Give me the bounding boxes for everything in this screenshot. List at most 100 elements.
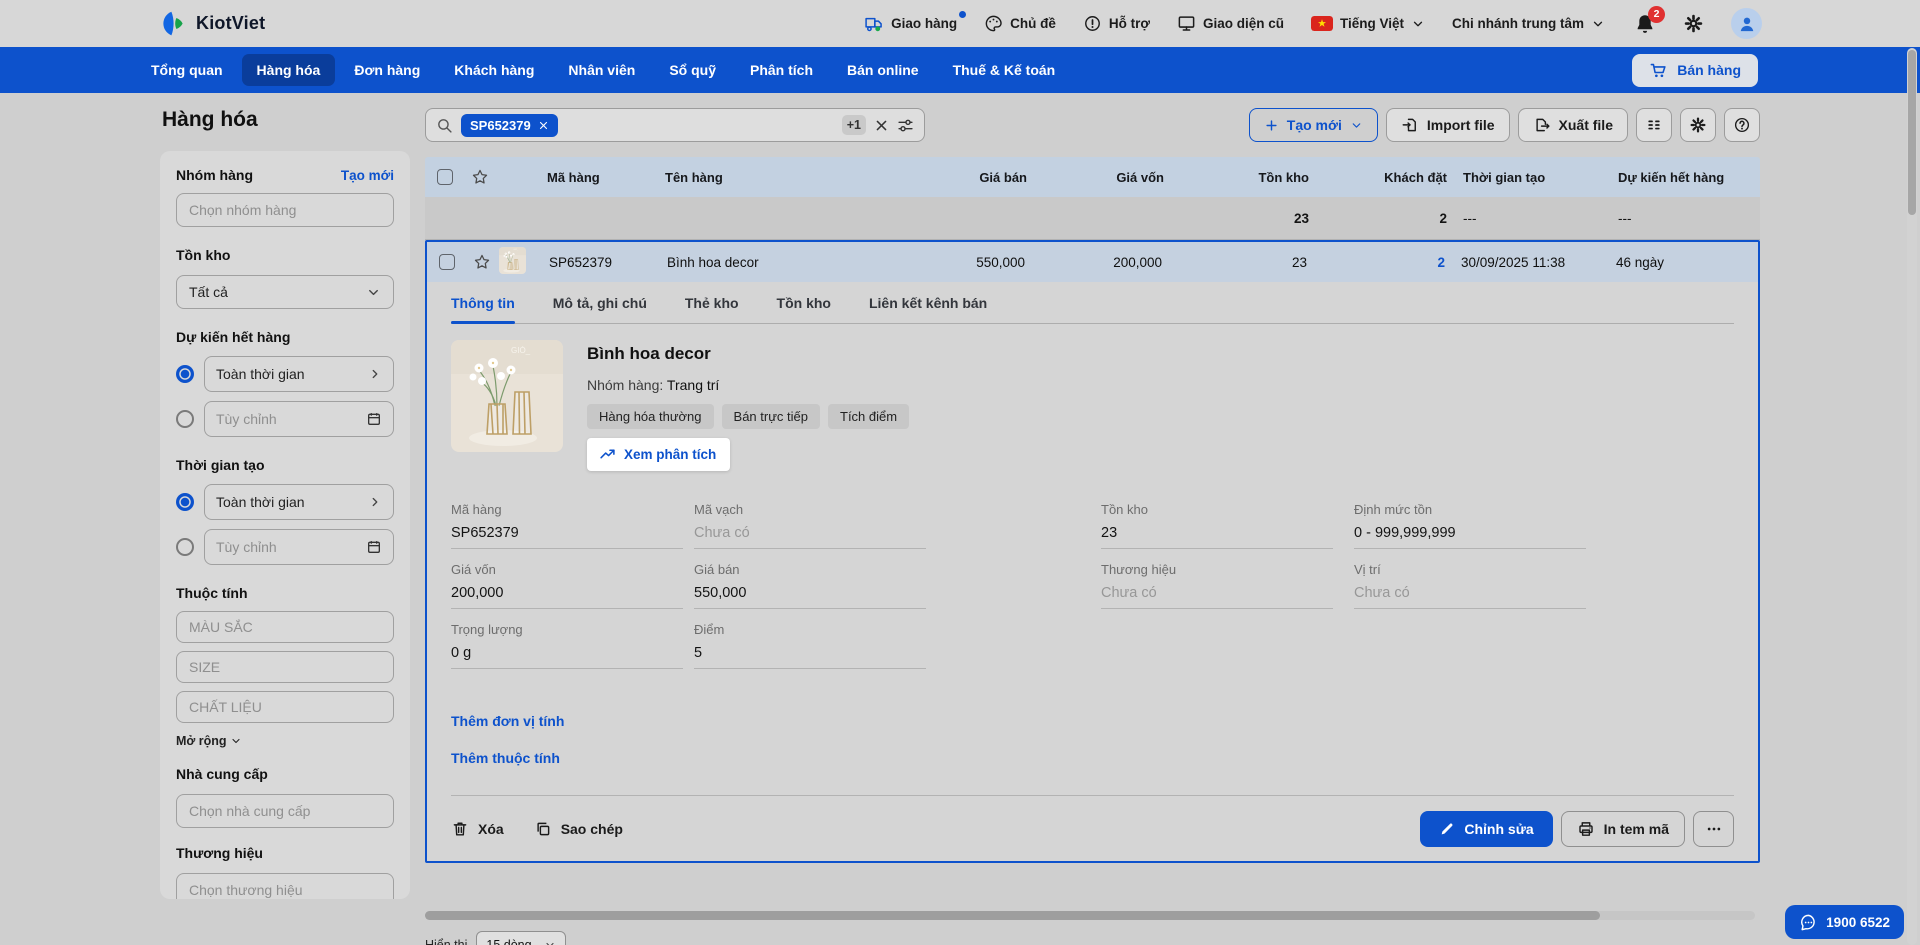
close-icon	[877, 121, 885, 129]
delete-label: Xóa	[478, 821, 504, 837]
advanced-filter-button[interactable]	[897, 117, 914, 134]
export-icon	[1537, 119, 1549, 130]
cell-ordered-link[interactable]: 2	[1319, 255, 1457, 270]
delivery-menu-item[interactable]: Giao hàng	[864, 10, 967, 34]
nav-hang-hoa[interactable]: Hàng hóa	[241, 54, 336, 86]
col-created[interactable]: Thời gian tạo	[1459, 170, 1614, 185]
nav-khach-hang[interactable]: Khách hàng	[439, 54, 549, 86]
forecast-custom-option[interactable]: Tùy chỉnh	[204, 401, 394, 437]
create-new-button[interactable]: Tạo mới	[1248, 108, 1378, 142]
sell-button[interactable]: Bán hàng	[1632, 53, 1758, 87]
add-attribute-link[interactable]: Thêm thuộc tính	[451, 750, 560, 766]
attribute-material-input[interactable]	[176, 691, 394, 723]
product-name: Bình hoa decor	[587, 344, 711, 363]
gear-icon	[1686, 16, 1701, 31]
row-favorite-icon[interactable]	[473, 253, 499, 271]
export-file-button[interactable]: Xuất file	[1517, 108, 1628, 142]
display-label: Hiển thị	[425, 937, 468, 945]
attribute-size-input[interactable]	[176, 651, 394, 683]
expand-link[interactable]: Mở rộng	[176, 734, 242, 748]
col-name[interactable]: Tên hàng	[661, 170, 887, 185]
brand-input[interactable]	[176, 873, 394, 899]
notifications-button[interactable]: 2	[1634, 5, 1665, 35]
person-icon	[1740, 17, 1753, 30]
expand-label: Mở rộng	[176, 734, 227, 748]
support-menu-item[interactable]: Hỗ trợ	[1083, 14, 1150, 33]
product-tags: Hàng hóa thường Bán trực tiếp Tích điểm	[587, 404, 910, 429]
favorite-column-icon[interactable]	[471, 168, 497, 186]
created-custom-option[interactable]: Tùy chỉnh	[204, 529, 394, 565]
attributes-label: Thuộc tính	[176, 585, 248, 601]
table-settings-button[interactable]	[1680, 108, 1716, 142]
nav-don-hang[interactable]: Đơn hàng	[339, 54, 435, 86]
tab-ton-kho[interactable]: Tồn kho	[777, 282, 831, 323]
col-ordered[interactable]: Khách đặt	[1321, 170, 1459, 185]
kiotviet-logo[interactable]: KiotViet	[160, 10, 265, 37]
stock-select[interactable]: Tất cả	[176, 275, 394, 309]
filter-stock: Tồn kho Tất cả	[176, 247, 394, 309]
tab-mo-ta[interactable]: Mô tả, ghi chú	[553, 282, 647, 323]
nav-ban-online[interactable]: Bán online	[832, 54, 934, 86]
column-settings-button[interactable]	[1636, 108, 1672, 142]
branch-selector[interactable]: Chi nhánh trung tâm	[1452, 16, 1605, 31]
row-checkbox[interactable]	[439, 254, 455, 270]
nav-nhan-vien[interactable]: Nhân viên	[553, 54, 650, 86]
chat-icon	[1802, 915, 1814, 929]
tab-lien-ket[interactable]: Liên kết kênh bán	[869, 282, 987, 323]
forecast-custom-radio[interactable]	[176, 410, 194, 428]
nav-thue-ke-toan[interactable]: Thuế & Kế toán	[938, 54, 1071, 86]
view-analytics-button[interactable]: Xem phân tích	[587, 438, 731, 471]
created-alltime-option[interactable]: Toàn thời gian	[204, 484, 394, 520]
col-forecast[interactable]: Dự kiến hết hàng	[1614, 170, 1760, 185]
delete-button[interactable]: Xóa	[451, 820, 504, 838]
nav-phan-tich[interactable]: Phân tích	[735, 54, 828, 86]
product-image[interactable]	[451, 340, 563, 452]
forecast-alltime-radio[interactable]	[176, 365, 194, 383]
hotline-chat-button[interactable]: 1900 6522	[1785, 905, 1904, 939]
search-box[interactable]: SP652379 +1	[425, 108, 925, 142]
brand-name: KiotViet	[196, 13, 266, 33]
horizontal-scrollbar-thumb[interactable]	[425, 911, 1600, 920]
old-interface-menu-item[interactable]: Giao diện cũ	[1177, 14, 1284, 33]
copy-button[interactable]: Sao chép	[534, 820, 623, 838]
print-label-label: In tem mã	[1603, 821, 1669, 837]
edit-button[interactable]: Chỉnh sửa	[1420, 811, 1553, 847]
create-group-link[interactable]: Tạo mới	[341, 168, 394, 183]
col-stock[interactable]: Tồn kho	[1176, 170, 1321, 185]
vertical-scrollbar[interactable]	[1907, 48, 1917, 945]
col-cost[interactable]: Giá vốn	[1039, 170, 1176, 185]
import-file-button[interactable]: Import file	[1385, 108, 1510, 142]
product-row[interactable]: SP652379 Bình hoa decor 550,000 200,000 …	[427, 242, 1758, 282]
created-alltime-radio[interactable]	[176, 493, 194, 511]
user-avatar[interactable]	[1731, 8, 1762, 39]
attribute-color-input[interactable]	[176, 611, 394, 643]
add-unit-link[interactable]: Thêm đơn vị tính	[451, 713, 564, 729]
language-selector[interactable]: Tiếng Việt	[1310, 16, 1425, 31]
tab-thong-tin[interactable]: Thông tin	[451, 282, 515, 324]
cell-forecast: 46 ngày	[1616, 254, 1665, 270]
main-navbar: Tổng quan Hàng hóa Đơn hàng Khách hàng N…	[0, 47, 1920, 93]
product-group-input[interactable]	[176, 193, 394, 227]
print-label-button[interactable]: In tem mã	[1560, 811, 1685, 847]
table-header-row: Mã hàng Tên hàng Giá bán Giá vốn Tồn kho…	[425, 157, 1760, 197]
settings-button[interactable]	[1683, 13, 1704, 34]
nav-so-quy[interactable]: Sổ quỹ	[654, 54, 731, 86]
more-actions-button[interactable]	[1693, 811, 1734, 847]
vertical-scrollbar-thumb[interactable]	[1908, 50, 1916, 215]
col-price[interactable]: Giá bán	[887, 170, 1039, 185]
col-code[interactable]: Mã hàng	[543, 170, 661, 185]
search-input[interactable]	[565, 117, 834, 133]
page-size-select[interactable]: 15 dòng	[476, 931, 566, 945]
created-custom-radio[interactable]	[176, 538, 194, 556]
help-button[interactable]	[1724, 108, 1760, 142]
clear-search-button[interactable]	[874, 118, 889, 133]
remove-tag-icon[interactable]	[540, 122, 546, 128]
forecast-alltime-option[interactable]: Toàn thời gian	[204, 356, 394, 392]
theme-menu-item[interactable]: Chủ đề	[984, 14, 1056, 33]
nav-tong-quan[interactable]: Tổng quan	[136, 54, 238, 86]
select-all-checkbox[interactable]	[437, 169, 453, 185]
tab-the-kho[interactable]: Thẻ kho	[685, 282, 739, 323]
horizontal-scrollbar[interactable]	[425, 911, 1755, 920]
supplier-input[interactable]	[176, 794, 394, 828]
more-filters-badge[interactable]: +1	[841, 115, 866, 135]
